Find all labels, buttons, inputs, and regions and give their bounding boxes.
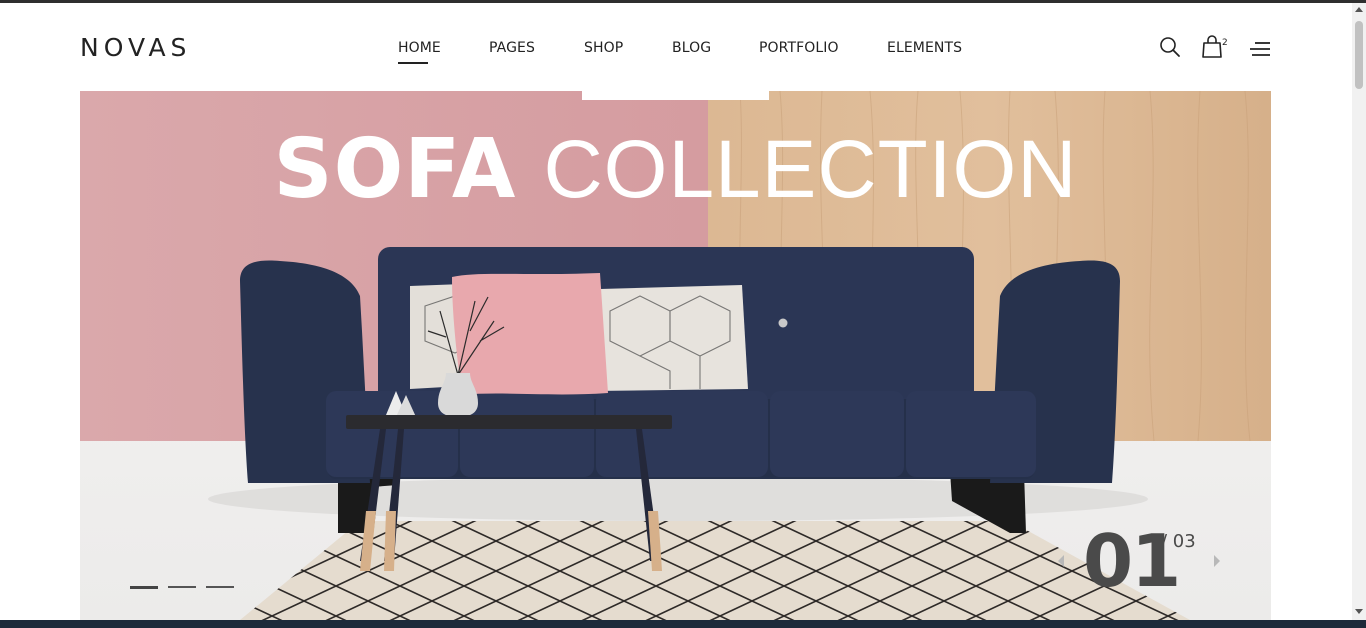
hero-slider: SOFA COLLECTION 01 / 03: [80, 91, 1271, 620]
nav-shop[interactable]: SHOP: [584, 40, 623, 56]
slide-dot-1[interactable]: [130, 586, 158, 589]
nav-elements[interactable]: ELEMENTS: [887, 40, 962, 56]
hero-title-bold: SOFA: [273, 122, 517, 217]
scroll-down-icon[interactable]: [1355, 609, 1363, 614]
slide-dot-3[interactable]: [206, 586, 234, 588]
nav-blog[interactable]: BLOG: [672, 40, 711, 56]
page-scrollbar[interactable]: [1352, 3, 1366, 620]
cart-count-badge: 2: [1222, 38, 1228, 48]
search-icon[interactable]: [1159, 36, 1181, 62]
nav-pages[interactable]: PAGES: [489, 40, 535, 56]
bottom-bar: [0, 620, 1366, 628]
hero-title: SOFA COLLECTION: [80, 129, 1271, 211]
slide-counter-total: / 03: [1161, 531, 1196, 552]
shopping-bag-icon[interactable]: [1201, 35, 1223, 63]
nav-portfolio[interactable]: PORTFOLIO: [759, 40, 839, 56]
nav-home[interactable]: HOME: [398, 40, 441, 64]
nav-dropdown-tab: [582, 89, 769, 100]
hamburger-menu-icon[interactable]: [1249, 41, 1271, 61]
next-slide-arrow-icon[interactable]: [1214, 555, 1220, 567]
site-header: NOVAS HOME PAGES SHOP BLOG PORTFOLIO ELE…: [0, 3, 1352, 91]
slide-dot-2[interactable]: [168, 586, 196, 588]
prev-slide-arrow-icon[interactable]: [1058, 555, 1064, 567]
hero-title-light: COLLECTION: [543, 124, 1078, 215]
site-logo[interactable]: NOVAS: [80, 33, 191, 62]
scroll-up-icon[interactable]: [1355, 7, 1363, 12]
scrollbar-thumb[interactable]: [1355, 21, 1363, 89]
